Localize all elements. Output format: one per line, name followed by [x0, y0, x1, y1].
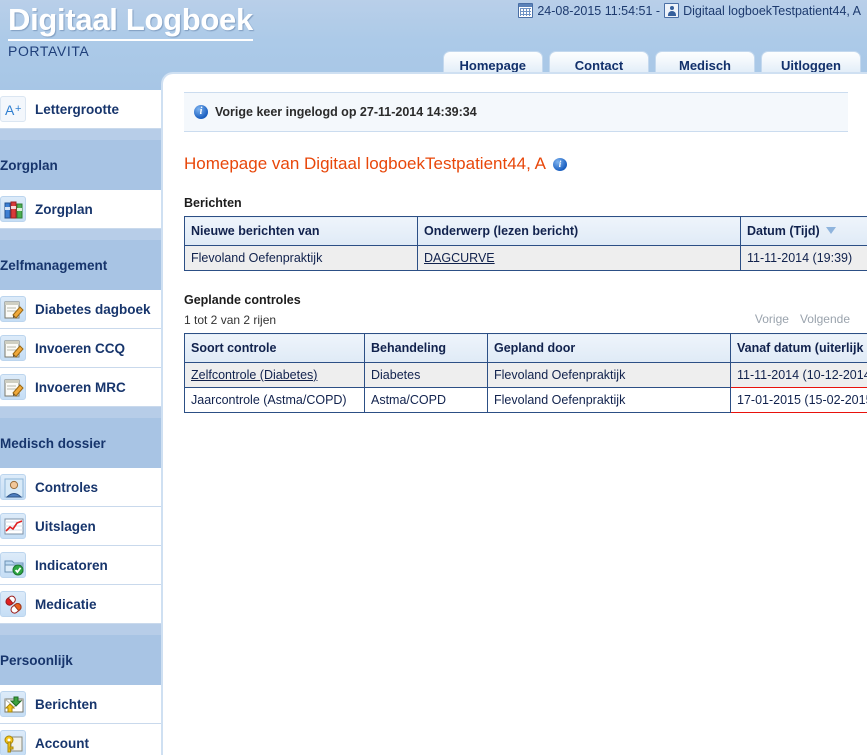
- sidebar-item-diabetes-dagboek[interactable]: Diabetes dagboek: [0, 290, 161, 329]
- sidebar-item-label: Medicatie: [35, 596, 97, 612]
- controles-subheader: 1 tot 2 van 2 rijen Vorige Volgende: [184, 310, 850, 328]
- message-link[interactable]: DAGCURVE: [424, 251, 495, 265]
- berichten-table: Nieuwe berichten van Onderwerp (lezen be…: [184, 216, 867, 271]
- svg-text:+: +: [15, 103, 21, 115]
- current-username: Digitaal logboekTestpatient44, A: [683, 3, 861, 18]
- cell-behandeling: Astma/COPD: [364, 387, 488, 413]
- controles-section-label: Geplande controles: [184, 293, 301, 307]
- column-header-label: Datum (Tijd): [747, 224, 820, 238]
- sidebar-group-zorgplan: Zorgplan: [0, 140, 161, 190]
- folder-check-icon: [0, 552, 26, 578]
- brand-logo: Digitaal Logboek PORTAVITA: [8, 2, 253, 59]
- sidebar-item-invoeren-ccq[interactable]: Invoeren CCQ: [0, 329, 161, 368]
- info-icon[interactable]: i: [552, 157, 567, 171]
- row-count-text: 1 tot 2 van 2 rijen: [184, 313, 277, 327]
- column-header-nieuwe-berichten-van[interactable]: Nieuwe berichten van: [184, 216, 418, 246]
- sidebar-group-zelfmanagement: Zelfmanagement: [0, 240, 161, 290]
- pagination-controls: Vorige Volgende: [755, 312, 850, 326]
- last-login-text: Vorige keer ingelogd op 27-11-2014 14:39…: [215, 105, 477, 119]
- sidebar-item-label: Controles: [35, 479, 99, 495]
- pills-icon: [0, 591, 26, 617]
- sidebar-spacer: [0, 624, 161, 635]
- page-title: Homepage van Digitaal logboekTestpatient…: [184, 154, 867, 174]
- column-header-soort-controle[interactable]: Soort controle: [184, 333, 365, 363]
- sidebar-item-medicatie[interactable]: Medicatie: [0, 585, 161, 624]
- content-panel: i Vorige keer ingelogd op 27-11-2014 14:…: [161, 72, 867, 755]
- brand-subtitle: PORTAVITA: [8, 43, 90, 59]
- cell-soort-controle: Jaarcontrole (Astma/COPD): [184, 387, 365, 413]
- sidebar-item-label: Berichten: [35, 696, 98, 712]
- sidebar-item-uitslagen[interactable]: Uitslagen: [0, 507, 161, 546]
- user-icon: [664, 3, 680, 18]
- info-icon: i: [194, 105, 208, 119]
- calendar-icon: [518, 3, 534, 18]
- sidebar-item-berichten[interactable]: Berichten: [0, 685, 161, 724]
- geplande-controles-table: Soort controle Behandeling Gepland door …: [184, 333, 867, 413]
- sidebar-group-medisch-dossier: Medisch dossier: [0, 418, 161, 468]
- sidebar-item-label: Diabetes dagboek: [35, 301, 151, 317]
- sidebar-item-label: Zorgplan: [35, 201, 93, 217]
- last-login-notice: i Vorige keer ingelogd op 27-11-2014 14:…: [184, 92, 848, 132]
- column-header-behandeling[interactable]: Behandeling: [364, 333, 488, 363]
- next-page-link[interactable]: Volgende: [800, 312, 850, 326]
- table-row: Flevoland Oefenpraktijk DAGCURVE 11-11-2…: [184, 245, 867, 271]
- sidebar-item-invoeren-mrc[interactable]: Invoeren MRC: [0, 368, 161, 407]
- binders-icon: [0, 196, 26, 222]
- controle-link[interactable]: Zelfcontrole (Diabetes): [191, 368, 317, 382]
- column-header-gepland-door[interactable]: Gepland door: [487, 333, 731, 363]
- sidebar-item-controles[interactable]: Controles: [0, 468, 161, 507]
- person-icon: [0, 474, 26, 500]
- sidebar-spacer: [0, 229, 161, 240]
- cell-gepland-door: Flevoland Oefenpraktijk: [487, 362, 731, 388]
- sidebar-spacer: [0, 129, 161, 140]
- previous-page-link[interactable]: Vorige: [755, 312, 789, 326]
- notepad-pencil-icon: [0, 335, 26, 361]
- line-chart-icon: [0, 513, 26, 539]
- cell-van: Flevoland Oefenpraktijk: [184, 245, 418, 271]
- cell-behandeling: Diabetes: [364, 362, 488, 388]
- berichten-section-label: Berichten: [184, 196, 242, 210]
- table-header-row: Nieuwe berichten van Onderwerp (lezen be…: [184, 216, 867, 246]
- column-header-vanaf-datum[interactable]: Vanaf datum (uiterlijk op): [730, 333, 867, 363]
- key-icon: [0, 730, 26, 755]
- sidebar-item-label: Invoeren MRC: [35, 379, 126, 395]
- sidebar-group-persoonlijk: Persoonlijk: [0, 635, 161, 685]
- column-header-onderwerp[interactable]: Onderwerp (lezen bericht): [417, 216, 741, 246]
- envelope-arrow-icon: [0, 691, 26, 717]
- notepad-pencil-icon: [0, 374, 26, 400]
- notepad-pencil-icon: [0, 296, 26, 322]
- sort-descending-icon: [825, 227, 836, 234]
- current-datetime: 24-08-2015 11:54:51 -: [537, 3, 661, 18]
- table-row: Zelfcontrole (Diabetes) Diabetes Flevola…: [184, 362, 867, 388]
- font-size-icon: A +: [0, 96, 26, 122]
- sidebar-item-label: Lettergrootte: [35, 101, 119, 117]
- sidebar-spacer: [0, 407, 161, 418]
- sidebar: A + Lettergrootte Zorgplan Zorgplan Zelf…: [0, 90, 161, 755]
- sidebar-item-zorgplan[interactable]: Zorgplan: [0, 190, 161, 229]
- cell-onderwerp: DAGCURVE: [417, 245, 741, 271]
- cell-datum: 11-11-2014 (19:39): [740, 245, 867, 271]
- cell-vanaf-datum: 11-11-2014 (10-12-2014): [730, 362, 867, 388]
- user-info-strip: 24-08-2015 11:54:51 - Digitaal logboekTe…: [518, 3, 861, 18]
- table-row: Jaarcontrole (Astma/COPD) Astma/COPD Fle…: [184, 387, 867, 413]
- brand-title: Digitaal Logboek: [8, 2, 253, 41]
- column-header-datum-tijd[interactable]: Datum (Tijd): [740, 216, 867, 246]
- cell-gepland-door: Flevoland Oefenpraktijk: [487, 387, 731, 413]
- table-header-row: Soort controle Behandeling Gepland door …: [184, 333, 867, 363]
- sidebar-item-label: Account: [35, 735, 89, 751]
- sidebar-item-indicatoren[interactable]: Indicatoren: [0, 546, 161, 585]
- cell-soort-controle: Zelfcontrole (Diabetes): [184, 362, 365, 388]
- sidebar-item-label: Indicatoren: [35, 557, 108, 573]
- sidebar-item-lettergrootte[interactable]: A + Lettergrootte: [0, 90, 161, 129]
- sidebar-item-account[interactable]: Account: [0, 724, 161, 755]
- svg-text:A: A: [5, 102, 15, 118]
- sidebar-item-label: Uitslagen: [35, 518, 96, 534]
- page-title-text: Homepage van Digitaal logboekTestpatient…: [184, 154, 546, 173]
- sidebar-item-label: Invoeren CCQ: [35, 340, 126, 356]
- cell-vanaf-datum: 17-01-2015 (15-02-2015): [730, 387, 867, 413]
